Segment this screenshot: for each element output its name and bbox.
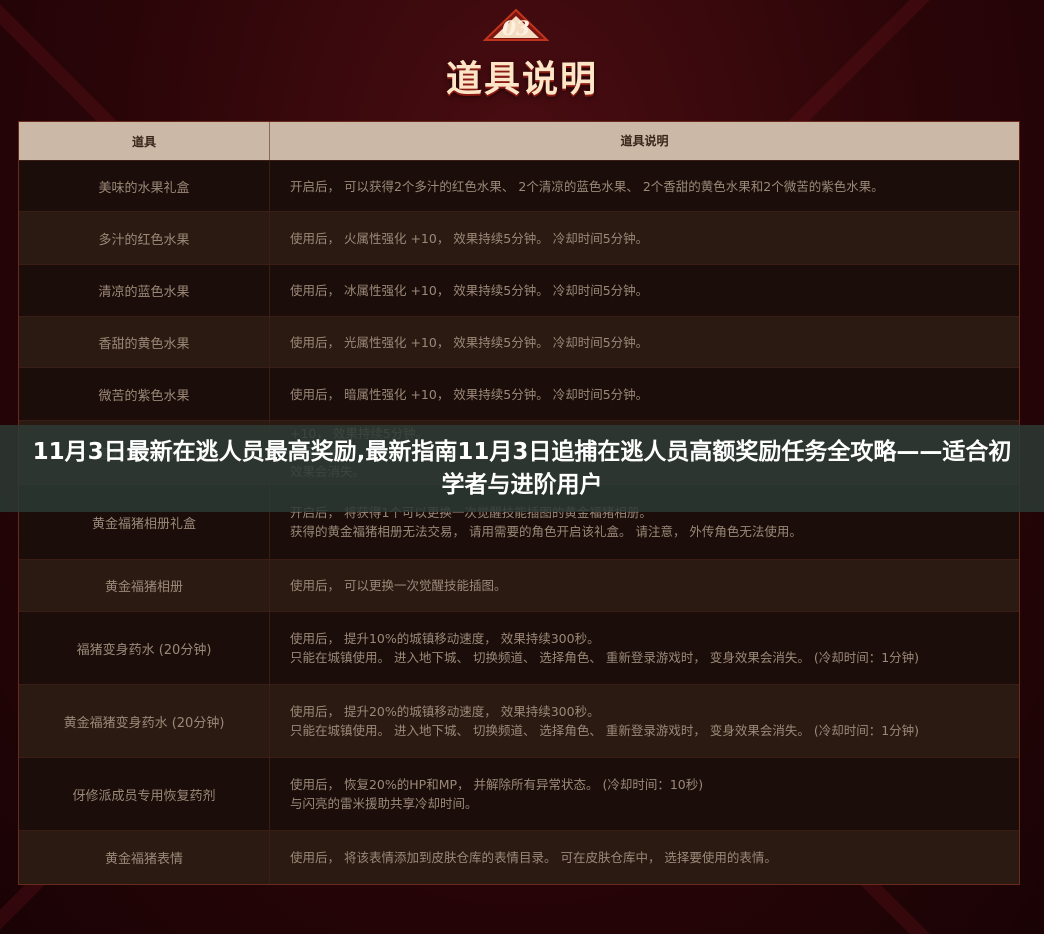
table-row: 微苦的紫色水果 使用后， 暗属性强化 +10， 效果持续5分钟。 冷却时间5分钟。 xyxy=(19,368,1019,421)
item-description: 使用后， 提升10%的城镇移动速度， 效果持续300秒。只能在城镇使用。 进入地… xyxy=(270,612,1019,684)
table-row: 美味的水果礼盒 开启后， 可以获得2个多汁的红色水果、 2个清凉的蓝色水果、 2个… xyxy=(19,161,1019,212)
page-title: 道具说明 xyxy=(445,59,598,100)
item-description-line: 使用后， 可以更换一次觉醒技能插图。 xyxy=(290,578,507,593)
item-description: 使用后， 火属性强化 +10， 效果持续5分钟。 冷却时间5分钟。 xyxy=(270,212,1019,264)
item-name: 微苦的紫色水果 xyxy=(19,368,270,420)
item-name: 伢修派成员专用恢复药剂 xyxy=(19,758,270,830)
article-title-banner: 11月3日最新在逃人员最高奖励,最新指南11月3日追捕在逃人员高额奖励任务全攻略… xyxy=(0,425,1044,512)
item-name: 黄金福猪变身药水 (20分钟) xyxy=(19,685,270,757)
table-row: 清凉的蓝色水果 使用后， 冰属性强化 +10， 效果持续5分钟。 冷却时间5分钟。 xyxy=(19,265,1019,317)
table-row: 黄金福猪变身药水 (20分钟) 使用后， 提升20%的城镇移动速度， 效果持续30… xyxy=(19,685,1019,758)
table-row: 黄金福猪表情 使用后， 将该表情添加到皮肤仓库的表情目录。 可在皮肤仓库中， 选择… xyxy=(19,831,1019,884)
item-description: 使用后， 恢复20%的HP和MP， 并解除所有异常状态。 (冷却时间：10秒) 与… xyxy=(270,758,1019,830)
table-row: 黄金福猪相册 使用后， 可以更换一次觉醒技能插图。 xyxy=(19,560,1019,612)
item-name: 黄金福猪表情 xyxy=(19,831,270,884)
item-description-line: 获得的黄金福猪相册无法交易， 请用需要的角色开启该礼盒。 请注意， 外传角色无法… xyxy=(290,524,802,539)
table-row: 伢修派成员专用恢复药剂 使用后， 恢复20%的HP和MP， 并解除所有异常状态。 … xyxy=(19,758,1019,831)
item-name: 福猪变身药水 (20分钟) xyxy=(19,612,270,684)
item-description-line: 使用后， 恢复20%的HP和MP， 并解除所有异常状态。 (冷却时间：10秒) xyxy=(290,777,704,792)
item-name: 多汁的红色水果 xyxy=(19,212,270,264)
item-description-line: 开启后， 可以获得2个多汁的红色水果、 2个清凉的蓝色水果、 2个香甜的黄色水果… xyxy=(290,178,884,194)
item-description: 使用后， 将该表情添加到皮肤仓库的表情目录。 可在皮肤仓库中， 选择要使用的表情… xyxy=(270,831,1019,884)
article-title: 11月3日最新在逃人员最高奖励,最新指南11月3日追捕在逃人员高额奖励任务全攻略… xyxy=(32,438,1012,498)
item-description-line: 只能在城镇使用。 进入地下城、 切换频道、 选择角色、 重新登录游戏时， 变身效… xyxy=(290,723,920,738)
item-description: 开启后， 可以获得2个多汁的红色水果、 2个清凉的蓝色水果、 2个香甜的黄色水果… xyxy=(270,161,1019,211)
item-description-line: 使用后， 冰属性强化 +10， 效果持续5分钟。 冷却时间5分钟。 xyxy=(290,283,649,298)
item-description: 使用后， 冰属性强化 +10， 效果持续5分钟。 冷却时间5分钟。 xyxy=(270,265,1019,316)
column-header-description: 道具说明 xyxy=(620,133,669,148)
item-description-line: 只能在城镇使用。 进入地下城、 切换频道、 选择角色、 重新登录游戏时， 变身效… xyxy=(290,650,920,665)
badge-number: 03 xyxy=(502,16,530,40)
item-description: 使用后， 提升20%的城镇移动速度， 效果持续300秒。只能在城镇使用。 进入地… xyxy=(270,685,1019,757)
table-row: 香甜的黄色水果 使用后， 光属性强化 +10， 效果持续5分钟。 冷却时间5分钟。 xyxy=(19,317,1019,368)
item-description-line: 使用后， 暗属性强化 +10， 效果持续5分钟。 冷却时间5分钟。 xyxy=(290,386,649,402)
item-description-line: 使用后， 提升10%的城镇移动速度， 效果持续300秒。 xyxy=(290,631,600,646)
item-description: 使用后， 暗属性强化 +10， 效果持续5分钟。 冷却时间5分钟。 xyxy=(270,368,1019,420)
table-row: 福猪变身药水 (20分钟) 使用后， 提升10%的城镇移动速度， 效果持续300秒… xyxy=(19,612,1019,685)
item-description-line: 使用后， 火属性强化 +10， 效果持续5分钟。 冷却时间5分钟。 xyxy=(290,230,649,246)
item-name: 香甜的黄色水果 xyxy=(19,317,270,367)
item-description-line: 使用后， 提升20%的城镇移动速度， 效果持续300秒。 xyxy=(290,704,600,719)
item-description: 使用后， 可以更换一次觉醒技能插图。 xyxy=(270,560,1019,611)
item-description: 使用后， 光属性强化 +10， 效果持续5分钟。 冷却时间5分钟。 xyxy=(270,317,1019,367)
item-description-line: 使用后， 将该表情添加到皮肤仓库的表情目录。 可在皮肤仓库中， 选择要使用的表情… xyxy=(290,850,777,865)
column-header-item: 道具 xyxy=(19,122,270,160)
item-description-line: 与闪亮的雷米援助共享冷却时间。 xyxy=(290,796,478,811)
table-row: 多汁的红色水果 使用后， 火属性强化 +10， 效果持续5分钟。 冷却时间5分钟。 xyxy=(19,212,1019,265)
table-header-row: 道具 道具说明 xyxy=(19,122,1019,161)
item-name: 黄金福猪相册 xyxy=(19,560,270,611)
item-name: 清凉的蓝色水果 xyxy=(19,265,270,316)
item-name: 美味的水果礼盒 xyxy=(19,161,270,211)
item-description-line: 使用后， 光属性强化 +10， 效果持续5分钟。 冷却时间5分钟。 xyxy=(290,334,649,350)
section-badge: 03 xyxy=(483,8,549,52)
